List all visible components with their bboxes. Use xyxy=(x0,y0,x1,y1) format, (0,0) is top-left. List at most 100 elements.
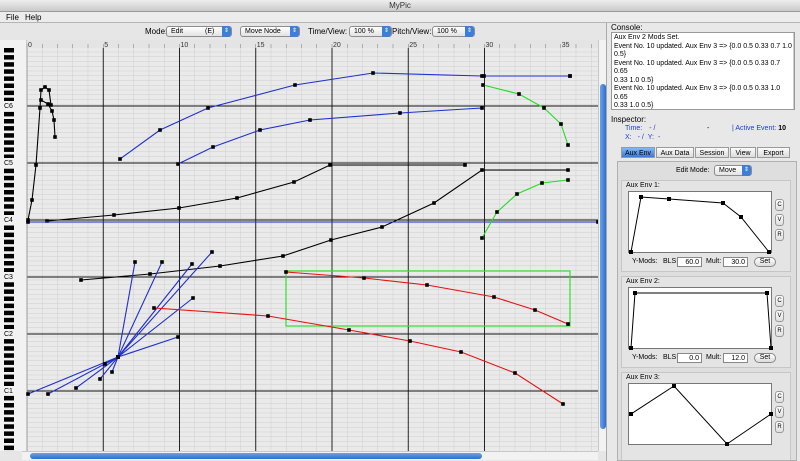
curve-node[interactable] xyxy=(482,74,486,78)
env-1-set-button[interactable]: Set xyxy=(754,257,776,267)
curve-node[interactable] xyxy=(566,168,570,172)
curve-node[interactable] xyxy=(463,163,467,167)
env-2-set-button[interactable]: Set xyxy=(754,353,776,363)
curve-node[interactable] xyxy=(39,98,43,102)
paste-env-3-button[interactable]: V xyxy=(775,406,784,418)
curve-node[interactable] xyxy=(533,308,537,312)
curve-node[interactable] xyxy=(160,260,164,264)
tool-select[interactable]: Move Node ⇕ xyxy=(240,26,300,37)
curve-node[interactable] xyxy=(235,196,239,200)
curve-node[interactable] xyxy=(191,296,195,300)
score-canvas[interactable]: 0 5 10 15 20 25 30 35 C6 C5 C4 C3 C2 C1 xyxy=(0,40,606,451)
curve-node[interactable] xyxy=(30,198,34,202)
curve-node[interactable] xyxy=(540,181,544,185)
curve-node[interactable] xyxy=(258,128,262,132)
curve-node[interactable] xyxy=(218,264,222,268)
curve-node[interactable] xyxy=(210,250,214,254)
curve-node[interactable] xyxy=(398,111,402,115)
curve-node[interactable] xyxy=(380,225,384,229)
curve-node[interactable] xyxy=(480,106,484,110)
curve-node[interactable] xyxy=(52,118,56,122)
tab-export[interactable]: Export xyxy=(757,147,790,158)
curve-node[interactable] xyxy=(566,322,570,326)
curve-node[interactable] xyxy=(190,262,194,266)
curve-node[interactable] xyxy=(38,106,42,110)
curve-node[interactable] xyxy=(566,178,570,182)
copy-env-1-button[interactable]: C xyxy=(775,199,784,211)
aux-env-3-graph[interactable] xyxy=(628,383,773,446)
curve-node[interactable] xyxy=(425,283,429,287)
curve-node[interactable] xyxy=(362,276,366,280)
console-output[interactable]: Aux Env 2 Mods Set. Event No. 10 updated.… xyxy=(611,32,795,110)
curve-node[interactable] xyxy=(46,102,50,106)
curve-node[interactable] xyxy=(46,392,50,396)
tab-aux-data[interactable]: Aux Data xyxy=(656,147,694,158)
console-scroll-thumb[interactable] xyxy=(794,83,795,103)
curve-node[interactable] xyxy=(103,362,107,366)
curve-node[interactable] xyxy=(152,306,156,310)
canvas-horizontal-scrollbar[interactable] xyxy=(22,451,598,460)
reset-env-1-button[interactable]: R xyxy=(775,229,784,241)
reset-env-3-button[interactable]: R xyxy=(775,421,784,433)
curve-node[interactable] xyxy=(566,143,570,147)
curve-node[interactable] xyxy=(513,371,517,375)
curve-node[interactable] xyxy=(43,85,47,89)
curve-node[interactable] xyxy=(176,335,180,339)
curve-node[interactable] xyxy=(328,163,332,167)
curve-node[interactable] xyxy=(118,157,122,161)
tab-session[interactable]: Session xyxy=(695,147,729,158)
curve-node[interactable] xyxy=(568,74,572,78)
curve-node[interactable] xyxy=(408,339,412,343)
curve-node[interactable] xyxy=(561,402,565,406)
curve-node[interactable] xyxy=(281,254,285,258)
curve-node[interactable] xyxy=(292,180,296,184)
curve-node[interactable] xyxy=(515,192,519,196)
curve-node[interactable] xyxy=(47,88,51,92)
curve-node[interactable] xyxy=(495,210,499,214)
menu-file[interactable]: File xyxy=(6,12,19,23)
aux-env-2-graph[interactable] xyxy=(628,287,773,350)
curve-node[interactable] xyxy=(110,370,114,374)
canvas-vertical-scrollbar[interactable] xyxy=(598,40,606,451)
curve-node[interactable] xyxy=(98,377,102,381)
mode-select[interactable]: Edit (E) ⇕ xyxy=(166,26,232,37)
curve-node[interactable] xyxy=(133,260,137,264)
curve-node[interactable] xyxy=(480,236,484,240)
curve-node[interactable] xyxy=(176,162,180,166)
curve-node[interactable] xyxy=(177,206,181,210)
curve-node[interactable] xyxy=(74,386,78,390)
curve-node[interactable] xyxy=(148,272,152,276)
curve-node[interactable] xyxy=(34,163,38,167)
tab-aux-env[interactable]: Aux Env xyxy=(621,147,655,158)
time-view-select[interactable]: 100 % ⇕ xyxy=(349,26,392,37)
aux-env-1-graph[interactable] xyxy=(628,191,772,254)
curve-node[interactable] xyxy=(116,355,120,359)
pitch-view-select[interactable]: 100 % ⇕ xyxy=(432,26,475,37)
curve-node[interactable] xyxy=(53,135,57,139)
paste-env-1-button[interactable]: V xyxy=(775,214,784,226)
curve-node[interactable] xyxy=(329,238,333,242)
edit-mode-select[interactable]: Move ⇕ xyxy=(714,165,752,176)
curve-node[interactable] xyxy=(211,145,215,149)
curve-node[interactable] xyxy=(517,92,521,96)
curve-node[interactable] xyxy=(266,314,270,318)
curve-node[interactable] xyxy=(347,328,351,332)
curve-node[interactable] xyxy=(559,122,563,126)
curve-node[interactable] xyxy=(112,213,116,217)
env-2-mult-input[interactable]: 12.0 xyxy=(723,353,748,363)
horizontal-scroll-thumb[interactable] xyxy=(30,453,482,459)
reset-env-2-button[interactable]: R xyxy=(775,325,784,337)
curve-node[interactable] xyxy=(79,278,83,282)
curve-node[interactable] xyxy=(308,118,312,122)
env-1-bls-input[interactable]: 60.0 xyxy=(677,257,702,267)
curve-node[interactable] xyxy=(480,168,484,172)
curve-node[interactable] xyxy=(432,201,436,205)
env-1-mult-input[interactable]: 30.0 xyxy=(723,257,748,267)
curve-node[interactable] xyxy=(492,295,496,299)
curve-node[interactable] xyxy=(371,71,375,75)
curve-node[interactable] xyxy=(158,128,162,132)
curve-node[interactable] xyxy=(293,83,297,87)
curve-node[interactable] xyxy=(459,350,463,354)
curve-node[interactable] xyxy=(26,220,30,224)
console-scrollbar[interactable] xyxy=(793,33,795,109)
